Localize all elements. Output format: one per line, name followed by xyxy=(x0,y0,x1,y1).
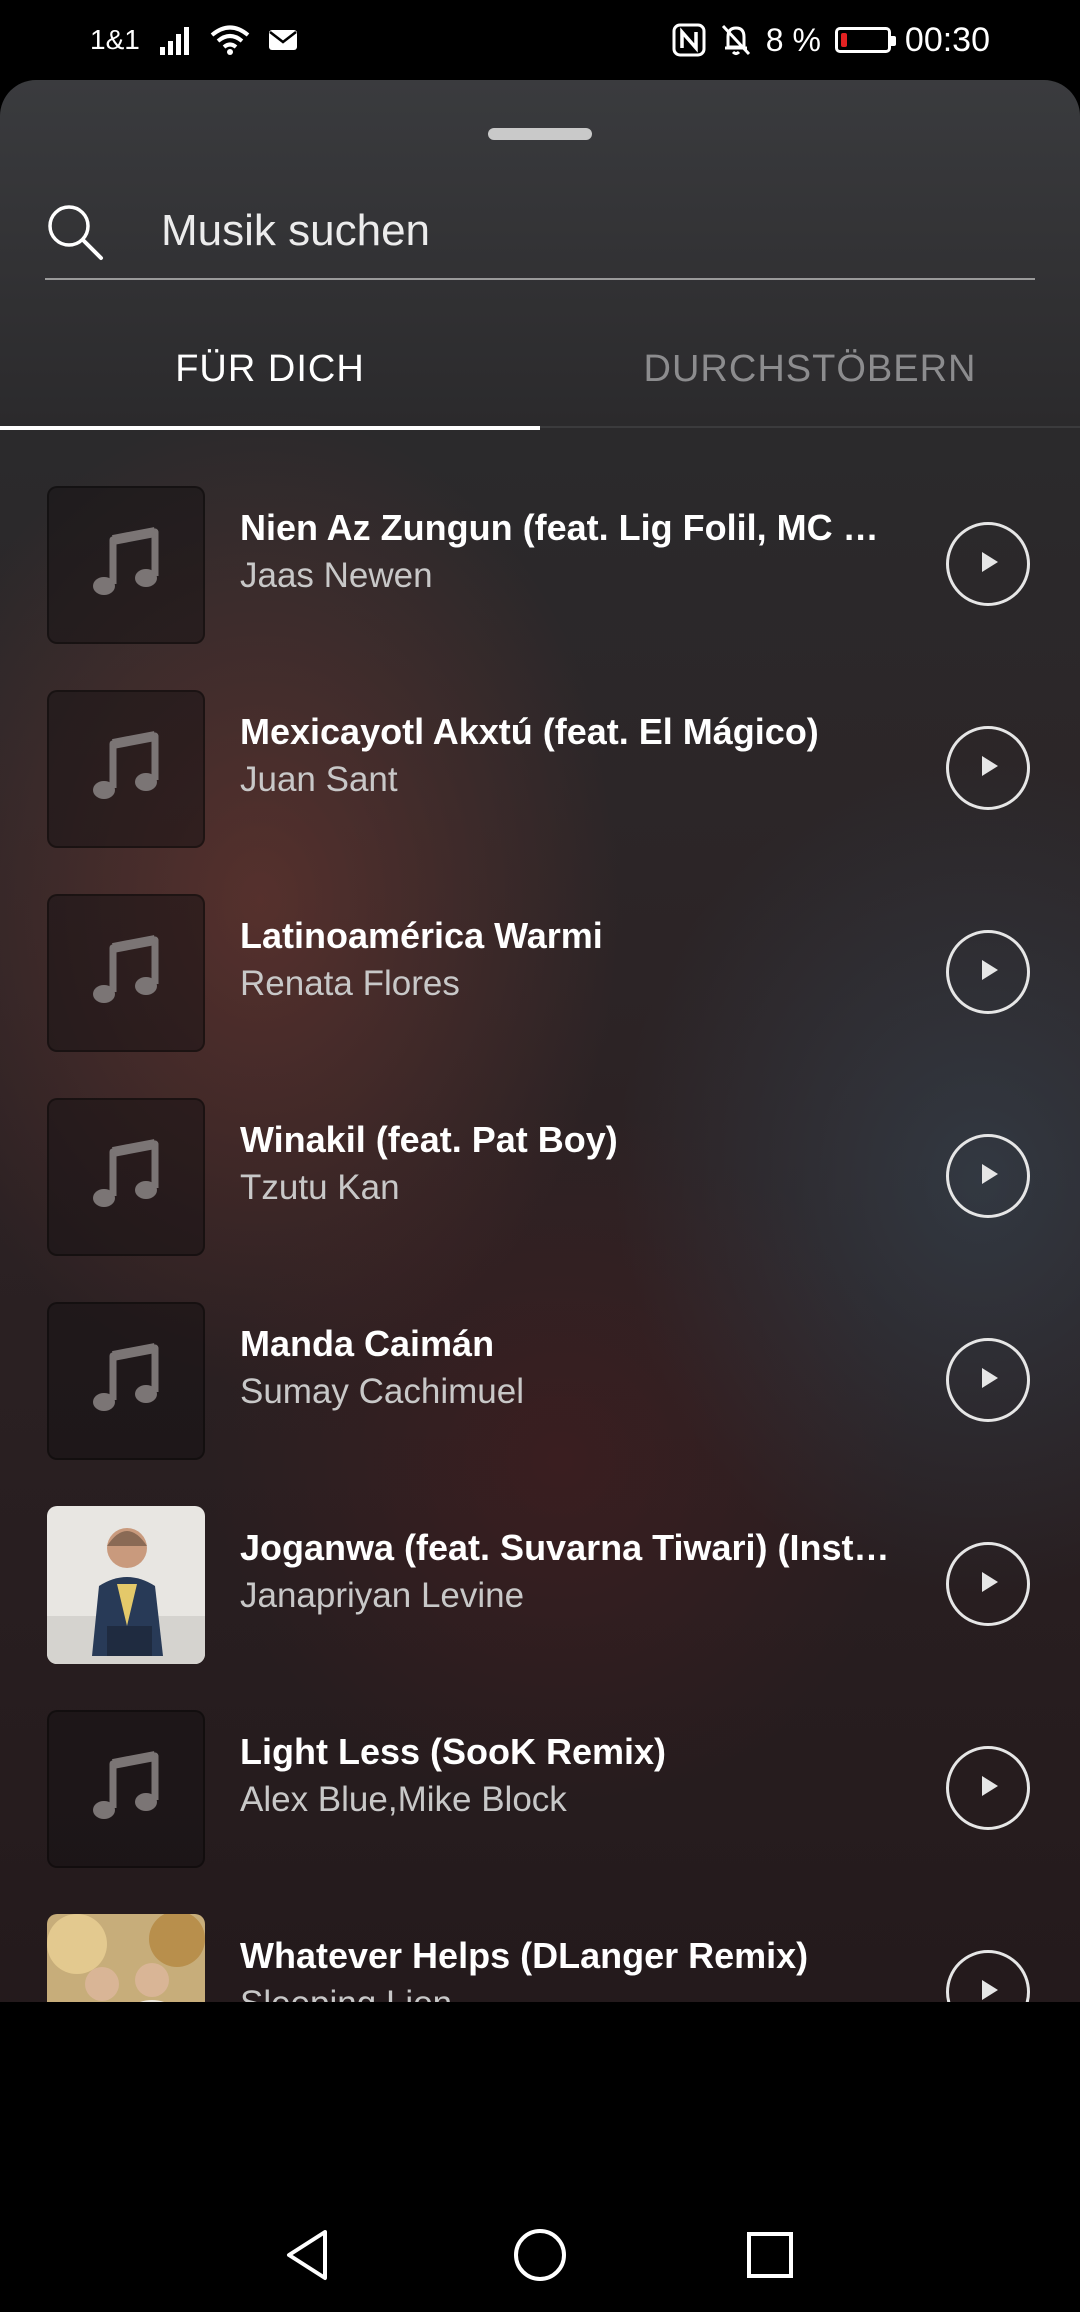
drag-handle[interactable] xyxy=(488,128,592,140)
track-info: Nien Az Zungun (feat. Lig Folil, MC Mil.… xyxy=(240,504,900,600)
nfc-icon xyxy=(672,23,706,57)
track-artist: Alex Blue,Mike Block xyxy=(240,1780,567,1819)
home-icon[interactable] xyxy=(505,2220,575,2290)
track-info: Light Less (SooK Remix) Alex Blue,Mike Bl… xyxy=(240,1728,900,1824)
bell-muted-icon xyxy=(720,23,752,57)
clock: 00:30 xyxy=(904,20,990,59)
music-picker-sheet: FÜR DICH DURCHSTÖBERN Nien Az Zungun (fe… xyxy=(0,80,1080,2002)
play-icon xyxy=(973,1975,1003,2003)
track-artist: Janapriyan Levine xyxy=(240,1576,525,1615)
play-button[interactable] xyxy=(946,1746,1030,1830)
track-row[interactable]: Nien Az Zungun (feat. Lig Folil, MC Mil.… xyxy=(0,460,1080,664)
track-info: Mexicayotl Akxtú (feat. El Mágico) Juan S… xyxy=(240,708,900,804)
tab-durchstoebern[interactable]: DURCHSTÖBERN xyxy=(540,310,1080,428)
battery-level xyxy=(840,33,847,47)
play-icon xyxy=(973,1159,1003,1194)
play-icon xyxy=(973,1567,1003,1602)
back-icon[interactable] xyxy=(273,2220,343,2290)
search-bar xyxy=(45,180,1035,280)
play-button[interactable] xyxy=(946,1950,1030,2002)
track-row[interactable]: Winakil (feat. Pat Boy) Tzutu Kan xyxy=(0,1072,1080,1276)
track-info: Latinoamérica Warmi Renata Flores xyxy=(240,912,900,1008)
track-list[interactable]: Nien Az Zungun (feat. Lig Folil, MC Mil.… xyxy=(0,460,1080,2002)
tab-bar: FÜR DICH DURCHSTÖBERN xyxy=(0,310,1080,430)
album-cover xyxy=(47,1506,205,1664)
track-title: Winakil (feat. Pat Boy) xyxy=(240,1119,618,1160)
search-icon xyxy=(45,202,105,262)
play-icon xyxy=(973,547,1003,582)
play-icon xyxy=(973,1363,1003,1398)
play-button[interactable] xyxy=(946,930,1030,1014)
battery-icon xyxy=(834,27,896,53)
battery-percent: 8 % xyxy=(765,21,821,58)
play-button[interactable] xyxy=(946,522,1030,606)
navigation-bar xyxy=(0,2002,1080,2312)
play-icon xyxy=(973,751,1003,786)
track-info: Joganwa (feat. Suvarna Tiwari) (Instru..… xyxy=(240,1524,900,1620)
music-note-icon xyxy=(47,1302,205,1460)
track-artist: Tzutu Kan xyxy=(240,1168,400,1207)
track-title: Light Less (SooK Remix) xyxy=(240,1731,667,1772)
track-title: Whatever Helps (DLanger Remix) xyxy=(240,1935,809,1976)
music-note-icon xyxy=(47,1098,205,1256)
track-row[interactable]: Light Less (SooK Remix) Alex Blue,Mike Bl… xyxy=(0,1684,1080,1888)
carrier-label: 1&1 xyxy=(90,24,140,55)
tab-label: FÜR DICH xyxy=(175,347,365,390)
track-title: Latinoamérica Warmi xyxy=(240,915,603,956)
play-button[interactable] xyxy=(946,1542,1030,1626)
tab-fuer-dich[interactable]: FÜR DICH xyxy=(0,310,540,430)
track-artist: Juan Sant xyxy=(240,760,398,799)
signal-icon xyxy=(158,25,192,55)
track-artist: Sleeping Lion xyxy=(240,1980,900,2002)
mail-icon xyxy=(268,28,298,52)
track-title: Manda Caimán xyxy=(240,1323,495,1364)
track-info: Whatever Helps (DLanger Remix) Sleeping L… xyxy=(240,1932,900,2002)
music-note-icon xyxy=(47,894,205,1052)
track-artist: Sumay Cachimuel xyxy=(240,1372,524,1411)
track-title: Nien Az Zungun (feat. Lig Folil, MC Mil.… xyxy=(240,507,900,548)
active-tab-indicator xyxy=(0,426,540,430)
status-bar-left: 1&1 xyxy=(90,0,298,80)
track-row[interactable]: Latinoamérica Warmi Renata Flores xyxy=(0,868,1080,1072)
track-row[interactable]: Manda Caimán Sumay Cachimuel xyxy=(0,1276,1080,1480)
music-note-icon xyxy=(47,690,205,848)
status-bar: 1&1 8 % 00:30 xyxy=(0,0,1080,80)
tab-label: DURCHSTÖBERN xyxy=(643,347,977,390)
play-button[interactable] xyxy=(946,1134,1030,1218)
recents-icon[interactable] xyxy=(735,2220,805,2290)
track-artist: Renata Flores xyxy=(240,964,460,1003)
track-title: Joganwa (feat. Suvarna Tiwari) (Instru..… xyxy=(240,1527,900,1568)
track-artist: Jaas Newen xyxy=(240,556,433,595)
play-icon xyxy=(973,955,1003,990)
search-input[interactable] xyxy=(161,196,1001,266)
music-note-icon xyxy=(47,486,205,644)
play-button[interactable] xyxy=(946,726,1030,810)
album-cover xyxy=(47,1914,205,2002)
wifi-icon xyxy=(210,24,250,56)
track-row[interactable]: Joganwa (feat. Suvarna Tiwari) (Instru..… xyxy=(0,1480,1080,1684)
screen: 1&1 8 % 00:30 Musik suchen FÜR DICH DURC… xyxy=(0,0,1080,2312)
track-title: Mexicayotl Akxtú (feat. El Mágico) xyxy=(240,711,819,752)
play-icon xyxy=(973,1771,1003,1806)
play-button[interactable] xyxy=(946,1338,1030,1422)
track-info: Winakil (feat. Pat Boy) Tzutu Kan xyxy=(240,1116,900,1212)
track-row[interactable]: Mexicayotl Akxtú (feat. El Mágico) Juan S… xyxy=(0,664,1080,868)
status-bar-right: 8 % 00:30 xyxy=(672,0,990,80)
track-info: Manda Caimán Sumay Cachimuel xyxy=(240,1320,900,1416)
music-note-icon xyxy=(47,1710,205,1868)
track-row[interactable]: Whatever Helps (DLanger Remix) Sleeping L… xyxy=(0,1888,1080,2002)
